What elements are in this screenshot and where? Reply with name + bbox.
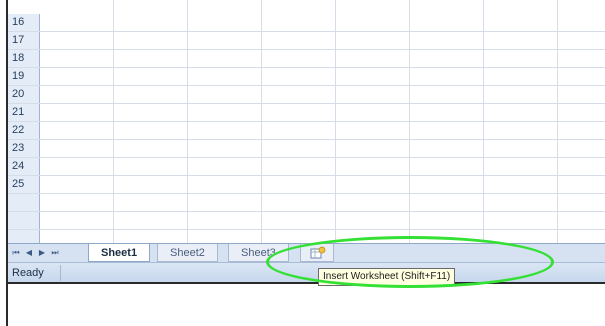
previous-sheet-button[interactable]: ◀ [23,246,35,260]
row[interactable]: 23 [8,140,605,158]
row[interactable]: 25 [8,176,605,194]
row[interactable] [8,212,605,230]
row[interactable]: 16 [8,14,605,32]
row-header[interactable]: 25 [8,176,40,193]
row-header[interactable]: 21 [8,104,40,121]
status-divider [60,265,61,281]
worksheet-grid: 16 17 18 19 20 21 22 23 24 25 [8,0,605,243]
status-text: Ready [12,267,44,279]
tab-sheet1[interactable]: Sheet1 [88,244,151,262]
row[interactable] [8,230,605,243]
row-header[interactable]: 20 [8,86,40,103]
excel-window: 16 17 18 19 20 21 22 23 24 25 ⏮ ◀ ▶ ⏭ Sh… [6,0,605,326]
row[interactable]: 20 [8,86,605,104]
row[interactable]: 17 [8,32,605,50]
tab-navigation: ⏮ ◀ ▶ ⏭ [10,246,61,260]
row-header[interactable] [8,194,40,211]
row[interactable]: 22 [8,122,605,140]
first-sheet-button[interactable]: ⏮ [10,246,22,260]
row-header[interactable] [8,230,40,243]
tab-sheet2[interactable]: Sheet2 [157,244,218,262]
row-header[interactable]: 16 [8,14,40,31]
row[interactable]: 18 [8,50,605,68]
last-sheet-button[interactable]: ⏭ [49,246,61,260]
row-header[interactable]: 22 [8,122,40,139]
row[interactable]: 24 [8,158,605,176]
row[interactable]: 21 [8,104,605,122]
row-header[interactable]: 18 [8,50,40,67]
row[interactable]: 19 [8,68,605,86]
row[interactable] [8,194,605,212]
row-header[interactable]: 23 [8,140,40,157]
highlight-ellipse [266,236,554,288]
row-header[interactable]: 24 [8,158,40,175]
next-sheet-button[interactable]: ▶ [36,246,48,260]
row-header[interactable] [8,212,40,229]
row-header[interactable]: 17 [8,32,40,49]
row-header[interactable]: 19 [8,68,40,85]
